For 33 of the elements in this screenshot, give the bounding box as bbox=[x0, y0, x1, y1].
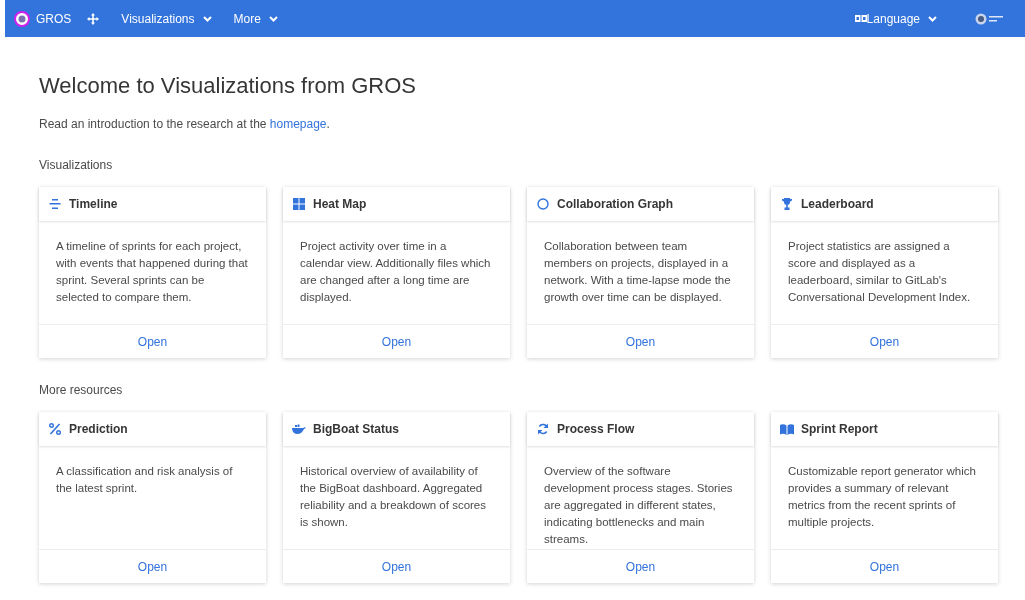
card-description: A timeline of sprints for each project, with events that happened during that sprint. Several sprints can be selected to compare them. bbox=[55, 239, 249, 305]
card-title: Sprint Report bbox=[801, 421, 878, 438]
section-heading: Visualizations bbox=[39, 157, 114, 174]
open-link[interactable]: Open bbox=[625, 557, 656, 576]
section-heading: More resources bbox=[39, 382, 124, 399]
language-menu[interactable]: Language bbox=[854, 9, 937, 28]
card-title: Timeline bbox=[69, 196, 118, 213]
nav-menu[interactable]: More bbox=[233, 9, 278, 28]
card-title: Collaboration Graph bbox=[557, 196, 673, 213]
card-description: Project statistics are assigned a score and displayed as a leaderboard, similar to GitLab's Conversational Development Index. bbox=[787, 239, 972, 305]
card-title: Process Flow bbox=[557, 421, 635, 438]
open-link[interactable]: Open bbox=[625, 332, 656, 351]
brand-link[interactable]: GROS bbox=[14, 9, 72, 28]
open-link[interactable]: Open bbox=[381, 557, 412, 576]
card-title: Leaderboard bbox=[801, 196, 874, 213]
open-link[interactable]: Open bbox=[381, 332, 412, 351]
open-link[interactable]: Open bbox=[137, 332, 168, 351]
card-description: Collaboration between team members on projects, displayed in a network. With a time-lapse mode the growth over time can be displayed. bbox=[543, 239, 732, 305]
card-title: Heat Map bbox=[313, 196, 367, 213]
open-link[interactable]: Open bbox=[137, 557, 168, 576]
card-description: Project activity over time in a calendar view. Additionally files which are changed after a long time are displayed. bbox=[299, 239, 492, 305]
card-description: Customizable report generator which provides a summary of relevant metrics from the recent sprints of multiple projects. bbox=[787, 464, 977, 530]
page-title: Welcome to Visualizations from GROS bbox=[39, 72, 417, 100]
intro-text: Read an introduction to the research at the homepage. bbox=[39, 116, 331, 133]
homepage-link[interactable]: homepage bbox=[269, 117, 327, 131]
nav-menu[interactable]: Visualizations bbox=[121, 9, 212, 28]
card-title: BigBoat Status bbox=[313, 421, 399, 438]
card-description: Historical overview of availability of the BigBoat dashboard. Aggregated reliability and a breakdown of scores is shown. bbox=[299, 464, 488, 530]
card-title: Prediction bbox=[69, 421, 128, 438]
card-description: A classification and risk analysis of the latest sprint. bbox=[55, 464, 234, 496]
open-link[interactable]: Open bbox=[869, 557, 900, 576]
open-link[interactable]: Open bbox=[869, 332, 900, 351]
card-description: Overview of the software development process stages. Stories are aggregated in different states, indicating bottlenecks and main streams. bbox=[543, 464, 734, 547]
